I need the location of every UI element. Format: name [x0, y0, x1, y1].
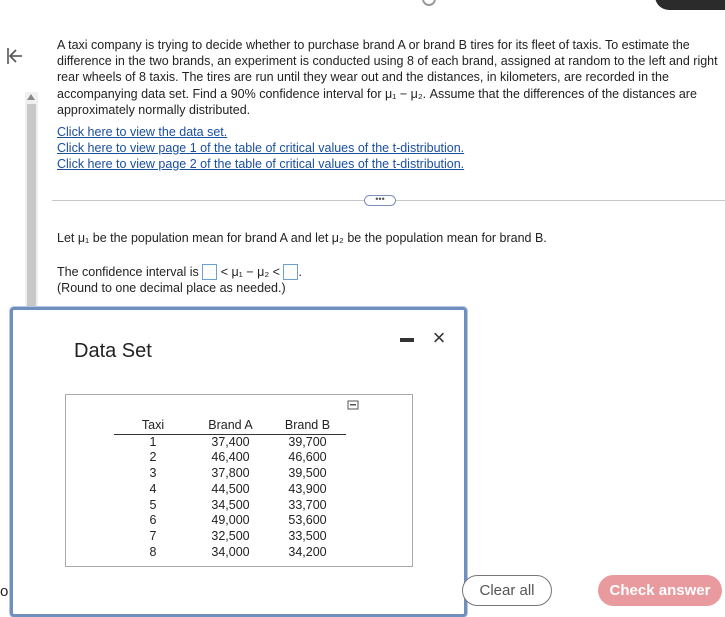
data-table-frame: Taxi Brand A Brand B 1 37,400 39,700 2 46,4… — [65, 394, 413, 567]
copy-icon[interactable] — [347, 400, 359, 412]
table-row: 3 37,800 39,500 — [114, 466, 346, 482]
dialog-title: Data Set — [74, 340, 152, 362]
table-row: 8 34,000 34,200 — [114, 545, 346, 561]
cell-brand-a: 37,400 — [211, 434, 250, 449]
cell-brand-a: 49,000 — [211, 513, 250, 528]
header-brand-b: Brand B — [269, 418, 346, 435]
cell-brand-b: 39,500 — [288, 466, 327, 481]
cell-brand-b: 34,200 — [288, 544, 327, 559]
interval-row: The confidence interval is < μ₁ − μ₂ < . — [57, 264, 547, 280]
cell-brand-b: 46,600 — [288, 450, 327, 465]
cell-brand-a: 46,400 — [211, 450, 250, 465]
table-row: 7 32,500 33,500 — [114, 529, 346, 545]
cell-brand-b: 39,700 — [288, 434, 327, 449]
left-edge-text: o — [0, 583, 9, 600]
cell-brand-a: 37,800 — [211, 466, 250, 481]
lower-bound-input[interactable] — [202, 264, 218, 280]
table-row: 2 46,400 46,600 — [114, 450, 346, 466]
cell-taxi: 6 — [149, 513, 157, 528]
data-set-link[interactable]: Click here to view the data set. — [57, 124, 723, 140]
round-note: (Round to one decimal place as needed.) — [57, 281, 286, 295]
cell-brand-b: 33,500 — [288, 528, 327, 543]
table-header-row: Taxi Brand A Brand B — [114, 418, 346, 435]
data-set-dialog[interactable]: Data Set × Taxi Brand A Brand B 1 37,400 3… — [10, 307, 467, 617]
cell-taxi: 4 — [149, 481, 157, 496]
question-text: A taxi company is trying to decide wheth… — [57, 38, 718, 117]
top-circle-icon — [422, 0, 436, 6]
cell-taxi: 3 — [149, 466, 157, 481]
resource-links: Click here to view the data set. Click h… — [57, 124, 723, 172]
minimize-icon[interactable] — [400, 338, 414, 342]
table-row: 6 49,000 53,600 — [114, 513, 346, 529]
cell-brand-b: 53,600 — [288, 513, 327, 528]
cell-brand-a: 34,000 — [211, 544, 250, 559]
check-answer-button[interactable]: Check answer — [598, 575, 722, 606]
cell-brand-b: 43,900 — [288, 481, 327, 496]
cell-brand-a: 34,500 — [211, 497, 250, 512]
interval-middle: < μ₁ − μ₂ < — [217, 265, 284, 279]
interval-suffix: . — [298, 265, 302, 279]
scroll-up-arrow-icon[interactable] — [27, 94, 35, 100]
top-dark-pill — [655, 0, 725, 10]
table-row: 5 34,500 33,700 — [114, 498, 346, 514]
header-brand-a: Brand A — [192, 418, 269, 435]
interval-prefix: The confidence interval is — [57, 265, 199, 279]
cell-taxi: 8 — [149, 544, 157, 559]
t-table-page1-link[interactable]: Click here to view page 1 of the table o… — [57, 140, 723, 156]
cell-taxi: 2 — [149, 450, 157, 465]
header-taxi: Taxi — [114, 418, 192, 435]
clear-all-button[interactable]: Clear all — [462, 575, 552, 606]
cell-brand-a: 32,500 — [211, 528, 250, 543]
cell-taxi: 1 — [149, 434, 157, 449]
close-icon[interactable]: × — [428, 327, 450, 349]
table-row: 4 44,500 43,900 — [114, 482, 346, 498]
table-row: 1 37,400 39,700 — [114, 434, 346, 450]
cell-taxi: 7 — [149, 528, 157, 543]
answer-panel: Let μ₁ be the population mean for brand … — [57, 230, 547, 296]
question-panel: A taxi company is trying to decide wheth… — [57, 37, 723, 172]
upper-bound-input[interactable] — [283, 264, 299, 280]
more-options-button[interactable]: ••• — [364, 195, 396, 206]
cell-brand-b: 33,700 — [288, 497, 327, 512]
collapse-left-icon[interactable] — [6, 47, 24, 65]
data-table: Taxi Brand A Brand B 1 37,400 39,700 2 46,4… — [114, 418, 346, 560]
cell-taxi: 5 — [149, 497, 157, 512]
cell-brand-a: 44,500 — [211, 481, 250, 496]
definition-text: Let μ₁ be the population mean for brand … — [57, 231, 547, 245]
t-table-page2-link[interactable]: Click here to view page 2 of the table o… — [57, 156, 723, 172]
